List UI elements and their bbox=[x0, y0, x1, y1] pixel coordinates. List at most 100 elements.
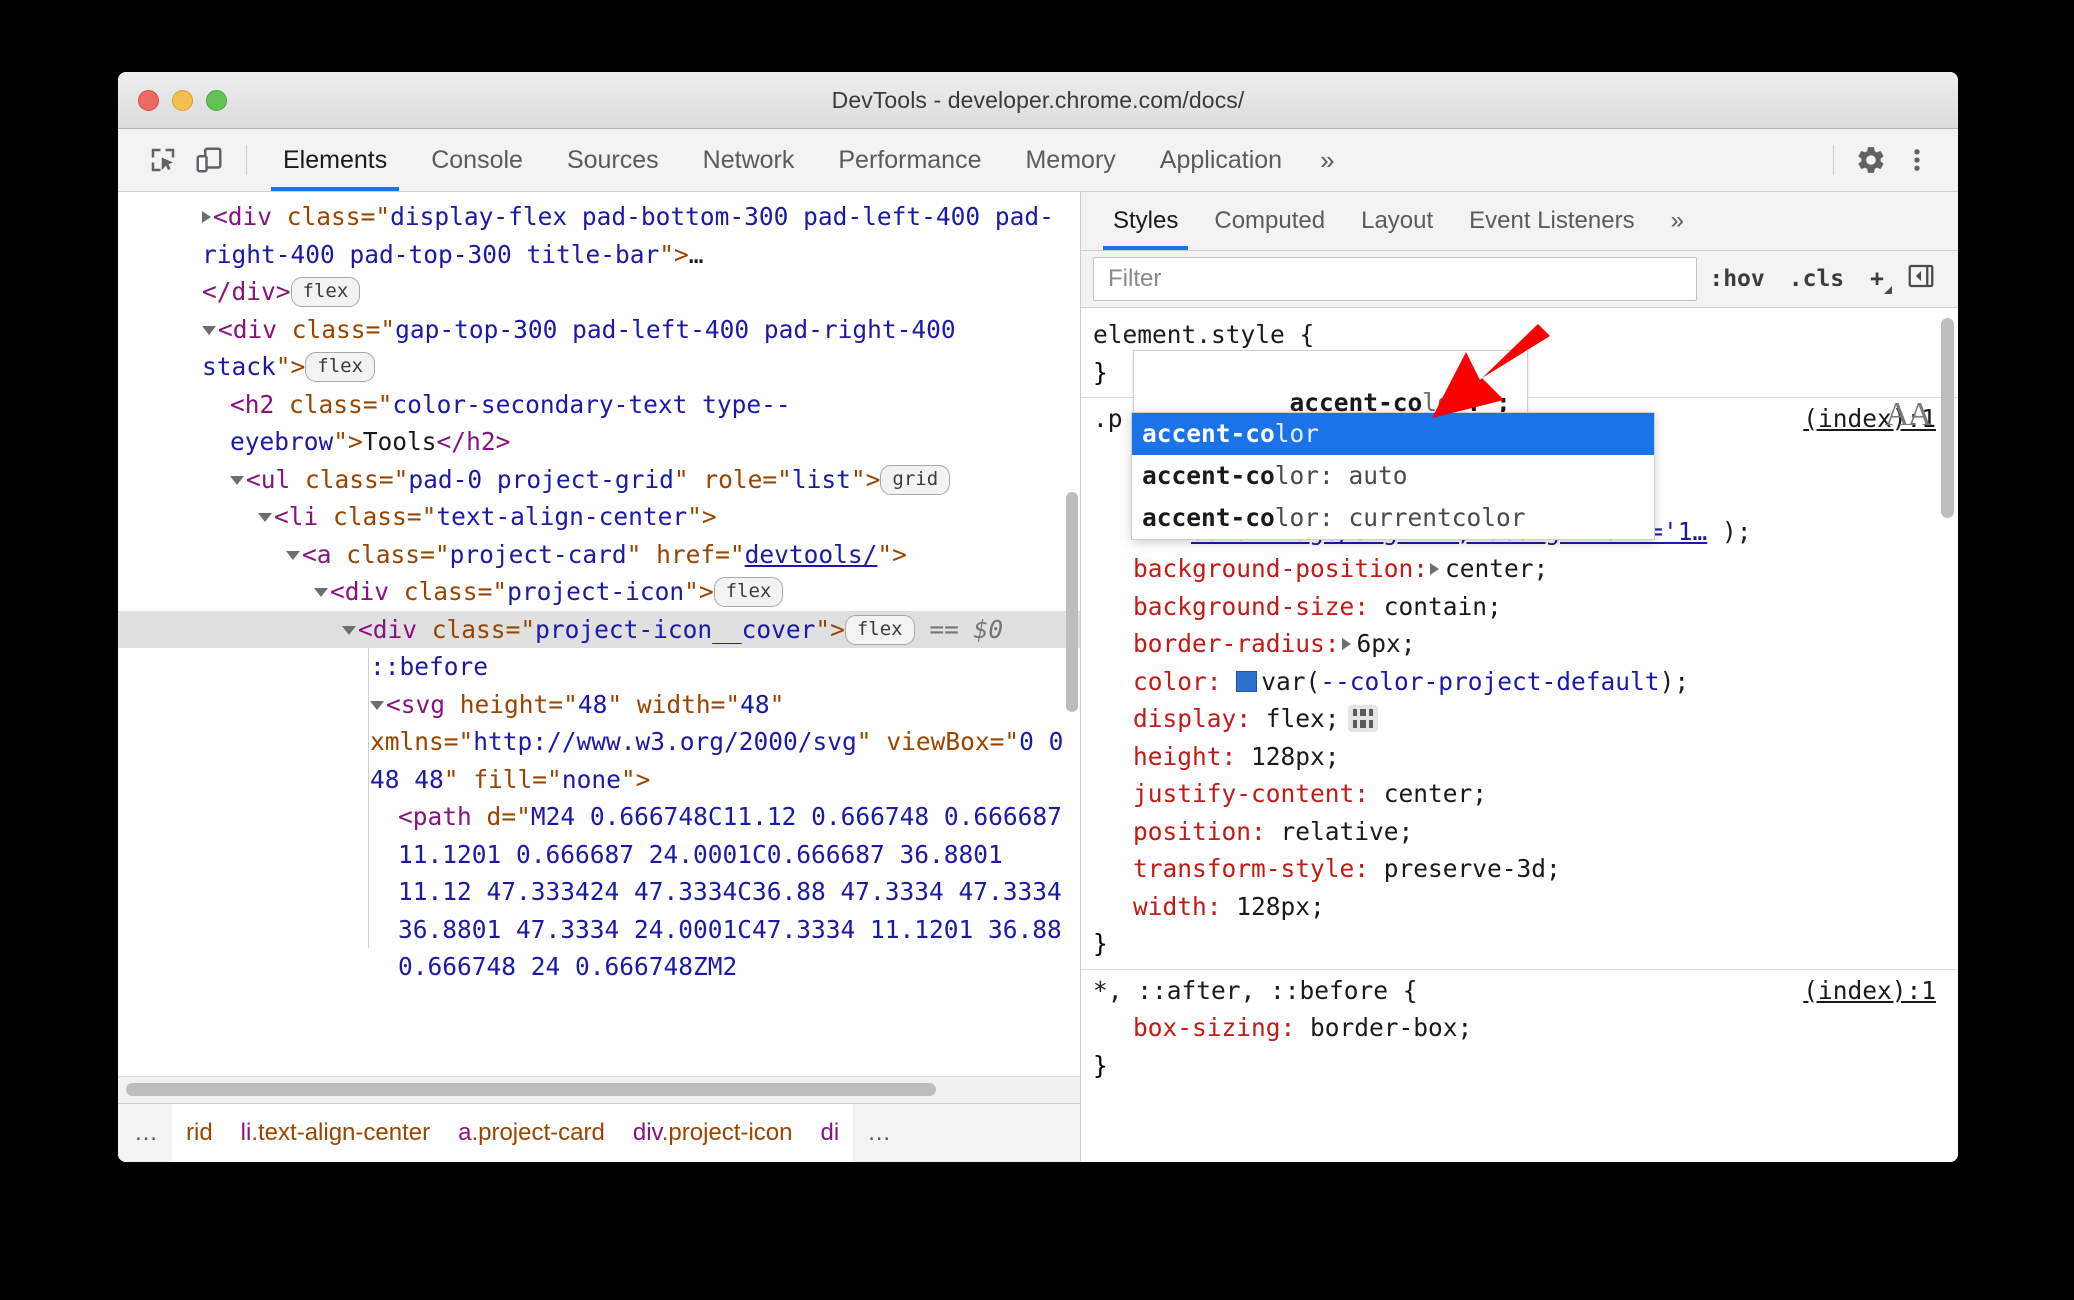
css-property-value[interactable]: contain; bbox=[1384, 592, 1502, 621]
css-declaration[interactable]: display: flex; bbox=[1081, 700, 1958, 738]
css-property-value[interactable]: center; bbox=[1445, 554, 1548, 583]
css-property-value[interactable]: border-box; bbox=[1310, 1013, 1472, 1042]
node-collapse-triangle[interactable] bbox=[230, 475, 244, 485]
breadcrumb-item-div-cover[interactable]: di bbox=[806, 1104, 854, 1162]
css-declaration[interactable]: position: relative; bbox=[1081, 813, 1958, 851]
new-style-rule-button[interactable]: + bbox=[1856, 266, 1894, 294]
breadcrumb-overflow-left[interactable]: … bbox=[118, 1119, 172, 1147]
dom-node[interactable]: <a class="project-card" href="devtools/"… bbox=[118, 536, 1080, 574]
color-swatch[interactable] bbox=[1236, 670, 1258, 692]
css-property-name[interactable]: width: bbox=[1133, 892, 1222, 921]
layout-badge-flex[interactable]: flex bbox=[844, 614, 915, 645]
tab-performance[interactable]: Performance bbox=[816, 129, 1003, 191]
css-property-value[interactable]: center; bbox=[1384, 779, 1487, 808]
style-rule[interactable]: *, ::after, ::before {(index):1 box-sizin… bbox=[1081, 968, 1958, 1091]
font-editor-icon[interactable]: AA bbox=[1885, 396, 1932, 434]
layout-badge-grid[interactable]: grid bbox=[880, 464, 951, 495]
node-collapse-triangle[interactable] bbox=[370, 700, 384, 710]
styles-more-tabs-icon[interactable]: » bbox=[1653, 192, 1702, 250]
css-property-value[interactable]: var(--color-project-default); bbox=[1261, 667, 1689, 696]
rule-selector[interactable]: *, ::after, ::before { bbox=[1093, 976, 1418, 1005]
flexbox-editor-icon[interactable] bbox=[1347, 705, 1378, 732]
css-declaration[interactable]: height: 128px; bbox=[1081, 738, 1958, 776]
node-expand-triangle[interactable] bbox=[202, 211, 211, 223]
property-expand-triangle[interactable] bbox=[1341, 638, 1351, 650]
dom-tree[interactable]: <div class="display-flex pad-bottom-300 … bbox=[118, 192, 1080, 1076]
layout-badge-flex[interactable]: flex bbox=[713, 577, 784, 607]
css-property-value[interactable]: 6px; bbox=[1357, 629, 1416, 658]
breadcrumb-item-a[interactable]: a.project-card bbox=[444, 1104, 619, 1162]
tab-sources[interactable]: Sources bbox=[545, 129, 681, 191]
css-property-name[interactable]: transform-style: bbox=[1133, 854, 1369, 883]
node-collapse-triangle[interactable] bbox=[314, 588, 328, 597]
css-property-value[interactable]: relative; bbox=[1281, 817, 1414, 846]
tab-elements[interactable]: Elements bbox=[261, 129, 409, 191]
dom-node[interactable]: </div> flex bbox=[118, 273, 1080, 311]
dom-node[interactable]: <ul class="pad-0 project-grid" role="lis… bbox=[118, 461, 1080, 499]
css-declaration[interactable]: border-radius: 6px; bbox=[1081, 625, 1958, 663]
layout-badge-flex[interactable]: flex bbox=[305, 352, 376, 382]
dom-node[interactable]: <svg height="48" width="48" xmlns="http:… bbox=[118, 686, 1080, 799]
inspect-element-icon[interactable] bbox=[140, 137, 186, 183]
css-property-name[interactable]: justify-content: bbox=[1133, 779, 1369, 808]
dom-tree-horizontal-scroll-thumb[interactable] bbox=[126, 1083, 936, 1096]
dom-node[interactable]: <div class="project-icon"> flex bbox=[118, 573, 1080, 611]
node-collapse-triangle[interactable] bbox=[202, 325, 216, 335]
css-property-name[interactable]: display: bbox=[1133, 704, 1251, 733]
css-property-name[interactable]: height: bbox=[1133, 742, 1236, 771]
node-collapse-triangle[interactable] bbox=[342, 625, 356, 635]
device-toolbar-icon[interactable] bbox=[186, 137, 232, 183]
layout-badge-flex[interactable]: flex bbox=[290, 277, 361, 307]
rule-source-link[interactable]: (index):1 bbox=[1803, 972, 1936, 1010]
tab-styles[interactable]: Styles bbox=[1095, 192, 1196, 250]
breadcrumb-item-li[interactable]: li.text-align-center bbox=[226, 1104, 445, 1162]
css-declaration[interactable]: transform-style: preserve-3d; bbox=[1081, 850, 1958, 888]
tab-network[interactable]: Network bbox=[681, 129, 817, 191]
more-tabs-icon[interactable]: » bbox=[1304, 145, 1350, 176]
css-property-value[interactable]: preserve-3d; bbox=[1384, 854, 1561, 883]
dom-tree-horizontal-scrollbar[interactable] bbox=[118, 1076, 1080, 1103]
tab-console[interactable]: Console bbox=[409, 129, 545, 191]
rule-selector[interactable]: element.style { bbox=[1093, 320, 1314, 349]
autocomplete-option-accent-color[interactable]: accent-color bbox=[1132, 413, 1654, 455]
node-collapse-triangle[interactable] bbox=[258, 513, 272, 522]
css-declaration[interactable]: width: 128px; bbox=[1081, 888, 1958, 926]
tab-layout[interactable]: Layout bbox=[1343, 192, 1451, 250]
css-property-name[interactable]: position: bbox=[1133, 817, 1266, 846]
kebab-menu-icon[interactable] bbox=[1894, 137, 1940, 183]
css-variable-name[interactable]: --color-project-default bbox=[1320, 667, 1659, 696]
css-declaration[interactable]: justify-content: center; bbox=[1081, 775, 1958, 813]
css-property-name[interactable]: box-sizing: bbox=[1133, 1013, 1295, 1042]
css-property-value[interactable]: 128px; bbox=[1236, 892, 1325, 921]
styles-vertical-scrollbar[interactable] bbox=[1941, 318, 1954, 518]
dom-node[interactable]: <div class="project-icon__cover"> flex ==… bbox=[118, 610, 1080, 648]
breadcrumb-overflow-right[interactable]: … bbox=[853, 1119, 907, 1147]
gear-icon[interactable] bbox=[1848, 137, 1894, 183]
autocomplete-option-accent-color-currentcolor[interactable]: accent-color: currentcolor bbox=[1132, 497, 1654, 539]
breadcrumb-item-div-project-icon[interactable]: div.project-icon bbox=[618, 1104, 807, 1162]
dom-node[interactable]: <li class="text-align-center"> bbox=[118, 498, 1080, 536]
tab-memory[interactable]: Memory bbox=[1003, 129, 1137, 191]
autocomplete-option-accent-color-auto[interactable]: accent-color: auto bbox=[1132, 455, 1654, 497]
tab-application[interactable]: Application bbox=[1138, 129, 1304, 191]
tab-computed[interactable]: Computed bbox=[1196, 192, 1343, 250]
breadcrumb-item-grid[interactable]: rid bbox=[172, 1104, 227, 1162]
dom-node[interactable]: ::before bbox=[118, 648, 1080, 686]
toggle-sidebar-icon[interactable] bbox=[1894, 261, 1948, 297]
filter-input[interactable]: Filter bbox=[1093, 257, 1698, 301]
rule-selector[interactable]: .p bbox=[1093, 404, 1123, 433]
css-property-value[interactable]: 128px; bbox=[1251, 742, 1340, 771]
css-property-name[interactable]: color: bbox=[1133, 667, 1222, 696]
css-declaration[interactable]: background-position: center; bbox=[1081, 550, 1958, 588]
css-property-name[interactable]: background-size: bbox=[1133, 592, 1369, 621]
dom-tree-vertical-scrollbar[interactable] bbox=[1066, 492, 1078, 712]
css-declaration[interactable]: box-sizing: border-box; bbox=[1081, 1009, 1958, 1047]
property-expand-triangle[interactable] bbox=[1430, 563, 1440, 575]
tab-event-listeners[interactable]: Event Listeners bbox=[1451, 192, 1652, 250]
dom-node[interactable]: <div class="display-flex pad-bottom-300 … bbox=[118, 198, 1080, 273]
cls-button[interactable]: .cls bbox=[1777, 266, 1856, 292]
css-property-name[interactable]: background-position: bbox=[1133, 554, 1428, 583]
autocomplete-dropdown[interactable]: accent-color accent-color: auto accent-c… bbox=[1131, 412, 1655, 540]
dom-node[interactable]: <h2 class="color-secondary-text type--ey… bbox=[118, 386, 1080, 461]
styles-rules-list[interactable]: element.style {}.p(index):1background-co… bbox=[1081, 308, 1958, 1162]
